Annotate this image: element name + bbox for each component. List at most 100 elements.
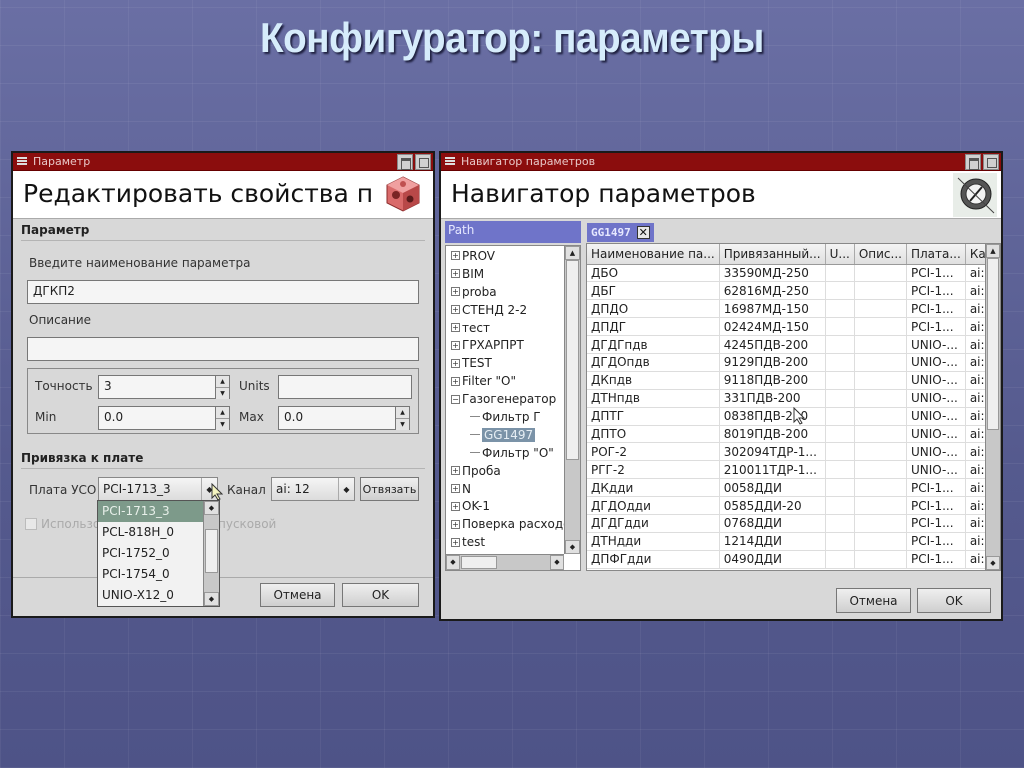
tab-gg1497[interactable]: GG1497 ✕ xyxy=(587,223,654,242)
tree-item[interactable]: GG1497 xyxy=(446,426,580,444)
table-row[interactable]: ДТНдди 1214ДДИ PCI-1... ai: 3 xyxy=(587,532,1000,551)
table-row[interactable]: ДКпдв9118ПДВ-200UNIO-...ai: ... xyxy=(587,371,1000,390)
use-checkbox[interactable] xyxy=(25,518,37,530)
maximize-button[interactable] xyxy=(415,154,431,170)
table-row[interactable]: ДПФГдди 0490ДДИ PCI-1... ai: 4 xyxy=(587,550,1000,569)
tree-item[interactable]: + TEST xyxy=(446,354,580,372)
maximize-button[interactable] xyxy=(983,154,999,170)
expand-icon[interactable]: + xyxy=(451,519,460,529)
minimize-button[interactable] xyxy=(397,154,413,170)
expand-icon[interactable]: + xyxy=(451,501,460,511)
tree-item[interactable]: + ГРХАРПРТ xyxy=(446,336,580,354)
table-row[interactable]: ДГДГдди 0768ДДИ PCI-1... ai: 2 xyxy=(587,514,1000,533)
tree-item[interactable]: + proba xyxy=(446,283,580,301)
expand-icon[interactable]: + xyxy=(451,287,460,297)
board-dropdown-list[interactable]: PCI-1713_3 PCL-818H_0 PCI-1752_0 PCI-1754_0… xyxy=(97,500,220,607)
table-row[interactable]: ДПТО8019ПДВ-200UNIO-...ai: ... xyxy=(587,425,1000,444)
table-row[interactable]: ДГДОдди 0585ДДИ-20 PCI-1... ai: 1 xyxy=(587,496,1000,515)
column-header[interactable]: Опис... xyxy=(854,244,907,265)
expand-icon[interactable]: + xyxy=(451,340,460,350)
spin-up-icon[interactable]: ▲ xyxy=(396,407,409,418)
tree-item[interactable]: + BIM xyxy=(446,265,580,283)
minimize-button[interactable] xyxy=(965,154,981,170)
window-menu-icon[interactable] xyxy=(445,157,455,166)
spin-down-icon[interactable]: ▼ xyxy=(396,418,409,430)
spin-down-icon[interactable]: ▼ xyxy=(216,418,229,430)
units-input[interactable] xyxy=(278,375,412,399)
expand-icon[interactable]: + xyxy=(451,305,460,315)
tree-item[interactable]: + N xyxy=(446,480,580,498)
tree-horizontal-scrollbar[interactable]: ◆ ◆ xyxy=(446,554,564,570)
board-option[interactable]: PCI-1713_3 xyxy=(98,501,203,522)
title-bar[interactable]: Навигатор параметров xyxy=(441,153,1001,171)
channel-select[interactable]: ai: 12 ◆ xyxy=(271,477,355,501)
scroll-thumb[interactable] xyxy=(566,260,579,460)
cancel-button[interactable]: Отмена xyxy=(260,583,335,607)
scroll-thumb[interactable] xyxy=(987,258,999,430)
tree-item[interactable]: + test xyxy=(446,533,580,551)
table-row[interactable]: РГГ-2 210011ТДР-1... UNIO-... ai: 7 xyxy=(587,460,1000,480)
column-header[interactable]: Привязанный... xyxy=(719,244,826,265)
path-tree[interactable]: + PROV + BIM + proba + СТЕНД 2-2 + тест + ГРХАРПРТ +… xyxy=(445,245,581,571)
expand-icon[interactable]: + xyxy=(451,466,460,476)
scroll-up-icon[interactable]: ▲ xyxy=(986,244,1000,258)
scroll-down-icon[interactable]: ◆ xyxy=(204,592,219,606)
tree-item[interactable]: − Газогенератор xyxy=(446,390,580,408)
tree-item[interactable]: + OK-1 xyxy=(446,497,580,515)
name-input[interactable]: ДГКП2 xyxy=(27,280,419,304)
scroll-up-icon[interactable]: ◆ xyxy=(204,501,219,515)
scroll-up-icon[interactable]: ▲ xyxy=(565,246,580,260)
tree-item[interactable]: + Filter "O" xyxy=(446,372,580,390)
tree-item[interactable]: + Проба xyxy=(446,462,580,480)
table-row[interactable]: ДТНпдв331ПДВ-200UNIO-...ai: ... xyxy=(587,389,1000,408)
dropdown-arrow-icon[interactable]: ◆ xyxy=(338,478,354,500)
expand-icon[interactable]: + xyxy=(451,358,460,368)
table-row[interactable]: ДПДГ 02424МД-150 PCI-1... ai: 1 xyxy=(587,317,1000,337)
expand-icon[interactable]: + xyxy=(451,323,460,332)
collapse-icon[interactable]: − xyxy=(451,394,460,404)
description-input[interactable] xyxy=(27,337,419,361)
max-stepper[interactable]: 0.0 ▲ ▼ xyxy=(278,406,410,430)
min-stepper[interactable]: 0.0 ▲ ▼ xyxy=(98,406,230,430)
spin-up-icon[interactable]: ▲ xyxy=(216,376,229,387)
table-row[interactable]: ДПДО 16987МД-150 PCI-1... ai: 0 xyxy=(587,299,1000,319)
table-row[interactable]: РОГ-2 302094ТДР-1... UNIO-... ai: 6 xyxy=(587,442,1000,462)
scroll-left-icon[interactable]: ◆ xyxy=(446,555,460,570)
tree-item[interactable]: Фильтр Г xyxy=(446,408,580,426)
scroll-thumb[interactable] xyxy=(461,556,497,569)
board-option[interactable]: PCI-1754_0 xyxy=(98,564,203,585)
scroll-right-icon[interactable]: ◆ xyxy=(550,555,564,570)
precision-stepper[interactable]: 3 ▲ ▼ xyxy=(98,375,230,399)
window-menu-icon[interactable] xyxy=(17,157,27,166)
max-input[interactable]: 0.0 xyxy=(278,406,396,430)
close-tab-icon[interactable]: ✕ xyxy=(636,226,650,239)
tree-item[interactable]: + тест xyxy=(446,319,580,337)
column-header[interactable]: U... xyxy=(825,244,855,265)
scroll-down-icon[interactable]: ◆ xyxy=(986,556,1000,570)
spin-up-icon[interactable]: ▲ xyxy=(216,407,229,418)
ok-button[interactable]: OK xyxy=(342,583,419,607)
precision-input[interactable]: 3 xyxy=(98,375,216,399)
board-option[interactable]: PCL-818H_0 xyxy=(98,522,203,543)
title-bar[interactable]: Параметр xyxy=(13,153,433,171)
expand-icon[interactable]: + xyxy=(451,376,460,386)
column-header[interactable]: Наименование па... xyxy=(587,244,720,265)
table-row[interactable]: ДГДОпдв9129ПДВ-200UNIO-...ai: ... xyxy=(587,353,1000,372)
board-select[interactable]: PCI-1713_3 ◆ xyxy=(98,477,218,501)
table-row[interactable]: ДКдди 0058ДДИ PCI-1... ai: 0 xyxy=(587,478,1000,498)
tree-vertical-scrollbar[interactable]: ▲ ◆ xyxy=(564,246,580,554)
scroll-thumb[interactable] xyxy=(205,529,218,573)
column-header[interactable]: Плата... xyxy=(906,244,966,265)
tree-item[interactable]: Фильтр "О" xyxy=(446,444,580,462)
min-input[interactable]: 0.0 xyxy=(98,406,216,430)
table-row[interactable]: ДБГ 62816МД-250 PCI-1... ai: 8 xyxy=(587,281,1000,301)
expand-icon[interactable]: + xyxy=(451,537,460,547)
spin-down-icon[interactable]: ▼ xyxy=(216,387,229,399)
board-option[interactable]: UNIO-X12_0 xyxy=(98,585,203,606)
tree-item[interactable]: + PROV xyxy=(446,247,580,265)
expand-icon[interactable]: + xyxy=(451,484,460,494)
table-vertical-scrollbar[interactable]: ▲ ◆ xyxy=(985,244,1000,570)
board-option[interactable]: PCI-1752_0 xyxy=(98,543,203,564)
table-row[interactable]: ДБО 33590МД-250 PCI-1... ai: 3 xyxy=(587,264,1000,283)
table-row[interactable]: ДГДГпдв 4245ПДВ-200 UNIO-... ai: 9 xyxy=(587,335,1000,354)
